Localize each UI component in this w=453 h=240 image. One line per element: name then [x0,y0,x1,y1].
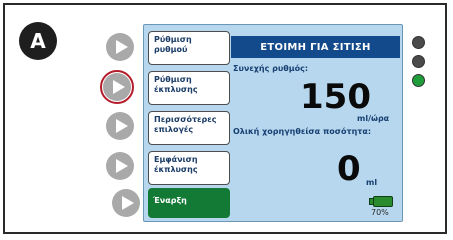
more-options-button[interactable]: Περισσότερες επιλογές [148,111,230,145]
indicator-led-3 [412,74,425,87]
button-label-line2: έκπλυσης [154,85,198,94]
indicator-led-1 [412,36,425,49]
button-label-line2: ρυθμού [154,45,188,54]
total-unit: ml [366,178,378,187]
total-label: Ολική χορηγηθείσα ποσότητα: [233,127,372,136]
rate-value: 150 [300,77,371,117]
button-label-line1: Περισσότερες [154,115,217,124]
play-icon [116,40,128,54]
status-banner: ΕΤΟΙΜΗ ΓΙΑ ΣΙΤΙΣΗ [231,36,400,58]
play-button-4[interactable] [106,152,134,180]
button-label-line2: επιλογές [154,125,194,134]
battery-icon [373,196,393,207]
play-button-3[interactable] [106,112,134,140]
play-button-5[interactable] [112,189,140,217]
flush-setting-button[interactable]: Ρύθμιση έκπλυσης [148,71,230,105]
start-button[interactable]: Έναρξη [148,188,230,218]
show-flush-button[interactable]: Εμφάνιση έκπλυσης [148,151,230,185]
play-icon [116,159,128,173]
battery-percent: 70% [371,208,389,217]
play-icon [113,80,125,94]
rate-unit: ml/ώρα [357,114,390,123]
figure-label-badge: A [19,22,57,60]
rate-label: Συνεχής ρυθμός: [233,64,309,73]
button-label-line1: Ρύθμιση [154,75,192,84]
play-button-2[interactable] [103,73,131,101]
total-value: 0 [337,149,361,189]
indicator-led-2 [412,55,425,68]
button-label-line1: Εμφάνιση [154,155,198,164]
play-icon [116,119,128,133]
button-label-line1: Ρύθμιση [154,35,192,44]
play-icon [122,196,134,210]
rate-setting-button[interactable]: Ρύθμιση ρυθμού [148,31,230,65]
button-label-line2: έκπλυσης [154,165,198,174]
play-button-1[interactable] [106,33,134,61]
